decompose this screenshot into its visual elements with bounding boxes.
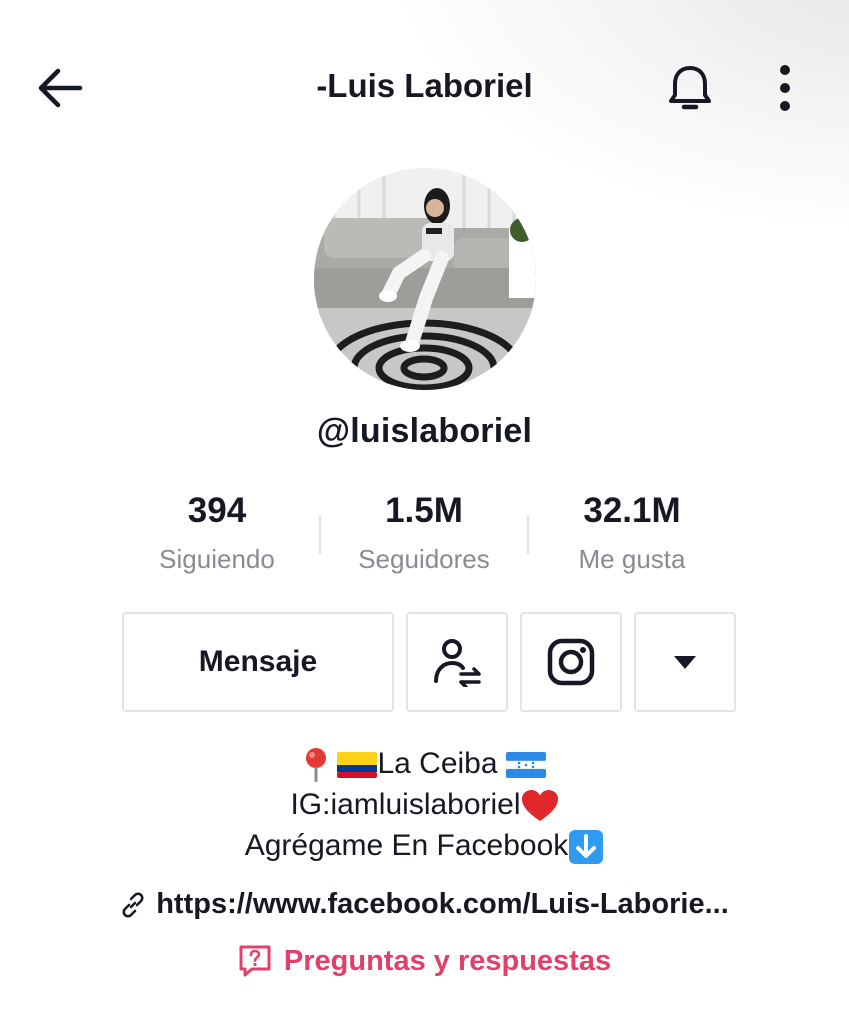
- colombia-flag-icon: [337, 752, 378, 779]
- bell-icon: [669, 66, 711, 110]
- qa-link[interactable]: Preguntas y respuestas: [0, 944, 849, 978]
- message-button[interactable]: Mensaje: [122, 612, 394, 712]
- instagram-button[interactable]: [520, 612, 622, 712]
- link-text: https://www.facebook.com/Luis-Laborie...: [156, 888, 729, 920]
- add-friend-button[interactable]: [406, 612, 508, 712]
- stat-value: 394: [187, 491, 247, 530]
- page-title: -Luis Laboriel: [316, 67, 533, 104]
- divider: [319, 516, 321, 554]
- bio-text: La Ceiba: [377, 747, 498, 780]
- down-arrow-icon: [569, 830, 604, 865]
- question-bubble-icon: [239, 945, 271, 977]
- stat-followers[interactable]: 1.5M Seguidores: [324, 488, 524, 576]
- back-arrow-icon: [38, 68, 83, 108]
- stat-label: Siguiendo: [159, 544, 275, 574]
- stat-likes: 32.1M Me gusta: [532, 488, 732, 576]
- notifications-button[interactable]: [660, 58, 720, 118]
- profile-link[interactable]: https://www.facebook.com/Luis-Laborie...: [0, 888, 849, 921]
- bio-text: Agrégame En Facebook: [244, 829, 569, 862]
- dropdown-arrow-icon: [674, 656, 696, 669]
- bio-line-facebook: Agrégame En Facebook: [0, 826, 849, 866]
- username: @luislaboriel: [316, 412, 533, 450]
- bio-line-instagram: IG:iamluislaboriel: [0, 785, 849, 825]
- add-friend-icon: [434, 639, 481, 687]
- more-actions-button[interactable]: [634, 612, 736, 712]
- stat-value: 1.5M: [385, 491, 463, 530]
- stat-label: Seguidores: [358, 544, 490, 574]
- pin-icon: [306, 748, 327, 783]
- stat-label: Me gusta: [578, 544, 686, 574]
- stat-following[interactable]: 394 Siguiendo: [117, 488, 317, 576]
- more-vertical-icon: [780, 65, 790, 111]
- more-options-button[interactable]: [760, 58, 810, 118]
- qa-label: Preguntas y respuestas: [283, 944, 612, 977]
- bio-text: IG:iamluislaboriel: [290, 788, 521, 821]
- heart-icon: [521, 790, 558, 822]
- bio-line-location: La Ceiba: [0, 744, 849, 784]
- link-icon: [122, 892, 144, 917]
- honduras-flag-icon: [505, 752, 546, 779]
- stat-value: 32.1M: [583, 491, 681, 530]
- avatar[interactable]: [314, 168, 536, 390]
- profile-photo: [314, 168, 536, 390]
- back-button[interactable]: [30, 58, 90, 118]
- instagram-icon: [547, 638, 595, 686]
- divider: [527, 516, 529, 554]
